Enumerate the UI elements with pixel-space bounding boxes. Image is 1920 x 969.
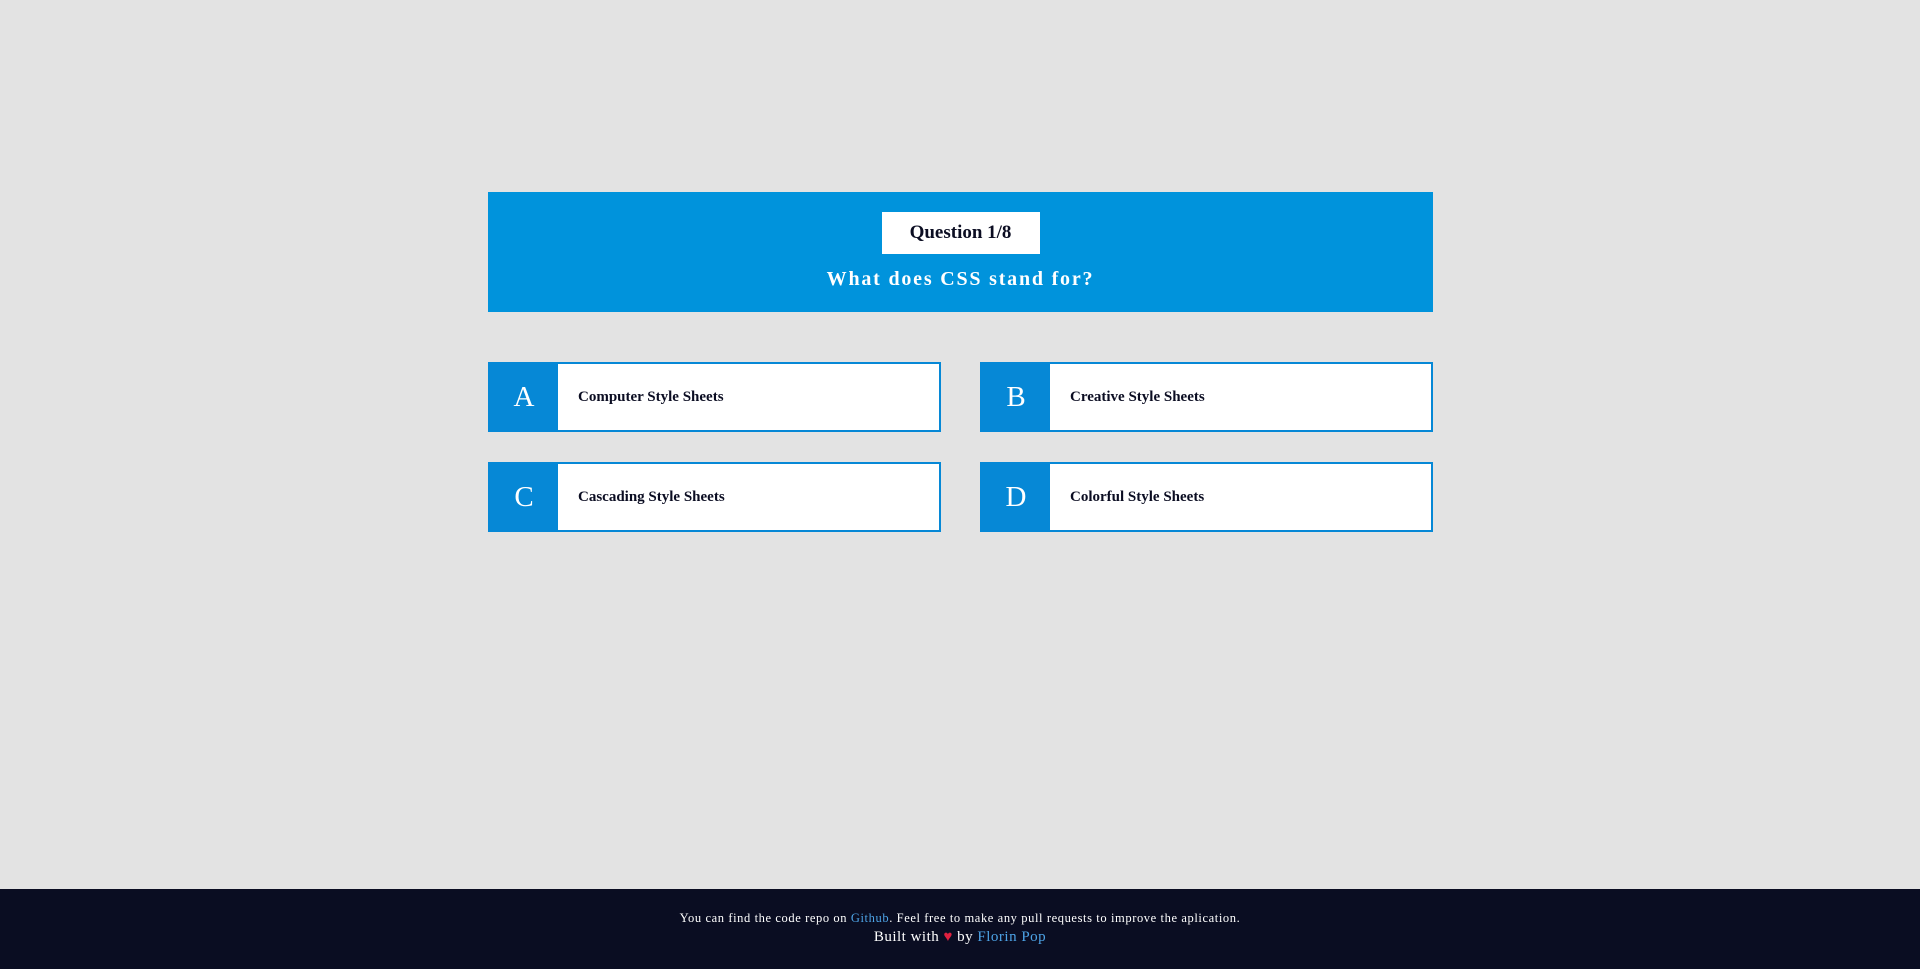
- answer-option-d[interactable]: D Colorful Style Sheets: [980, 462, 1433, 532]
- answer-option-b[interactable]: B Creative Style Sheets: [980, 362, 1433, 432]
- question-counter: Question 1/8: [881, 212, 1040, 254]
- answer-text: Creative Style Sheets: [1070, 388, 1205, 405]
- answer-option-a[interactable]: A Computer Style Sheets: [488, 362, 941, 432]
- heart-icon: ♥: [943, 929, 953, 945]
- footer-repo-suffix: . Feel free to make any pull requests to…: [889, 911, 1241, 925]
- answer-letter: A: [490, 364, 558, 430]
- footer-repo-note: You can find the code repo on Github. Fe…: [0, 911, 1920, 926]
- answer-text: Colorful Style Sheets: [1070, 488, 1205, 505]
- author-link[interactable]: Florin Pop: [977, 929, 1046, 945]
- question-text: What does CSS stand for?: [826, 268, 1095, 290]
- quiz-container: Question 1/8 What does CSS stand for? A …: [488, 192, 1433, 532]
- github-link[interactable]: Github: [851, 911, 889, 925]
- footer-credit: Built with ♥ by Florin Pop: [0, 929, 1920, 946]
- footer-built-with: Built with: [873, 929, 944, 945]
- answers-grid: A Computer Style Sheets B Creative Style…: [488, 362, 1433, 532]
- footer-repo-prefix: You can find the code repo on: [679, 911, 851, 925]
- answer-text: Cascading Style Sheets: [578, 488, 725, 505]
- footer-by: by: [952, 929, 978, 945]
- footer: You can find the code repo on Github. Fe…: [0, 889, 1920, 969]
- answer-text: Computer Style Sheets: [578, 388, 724, 405]
- answer-letter: B: [982, 364, 1050, 430]
- answer-letter: C: [490, 464, 558, 530]
- answer-option-c[interactable]: C Cascading Style Sheets: [488, 462, 941, 532]
- question-header: Question 1/8 What does CSS stand for?: [488, 192, 1433, 312]
- answer-letter: D: [982, 464, 1050, 530]
